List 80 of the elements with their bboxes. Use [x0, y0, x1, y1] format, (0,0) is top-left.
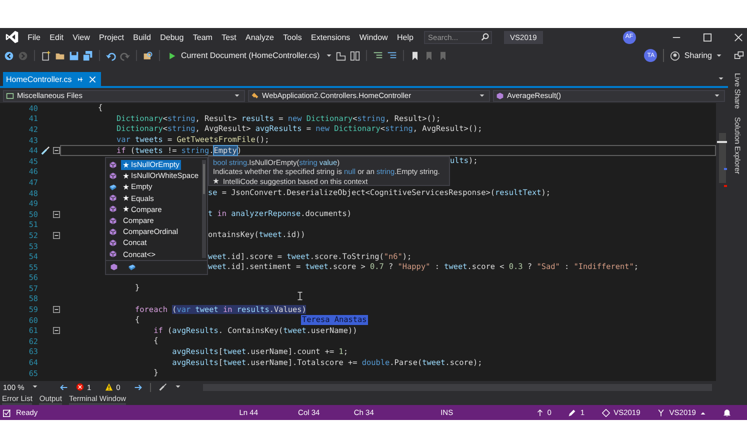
star-icon — [213, 178, 219, 184]
menu-item[interactable]: Debug — [156, 32, 188, 42]
cube-icon — [109, 172, 117, 180]
menu-item[interactable]: Help — [392, 32, 418, 42]
caret-icon[interactable] — [175, 384, 182, 390]
menu-item[interactable]: Team — [188, 32, 218, 42]
cube-icon — [496, 92, 504, 100]
menu-item[interactable]: Test — [217, 32, 241, 42]
search-icon — [481, 33, 490, 41]
cube-icon — [109, 250, 117, 258]
pencil-icon — [568, 408, 576, 416]
menu-item[interactable]: Edit — [45, 32, 68, 42]
cube-icon — [109, 216, 117, 225]
text-cursor-icon — [297, 291, 303, 301]
menu-item[interactable]: View — [68, 32, 94, 42]
share-button[interactable]: Sharing — [670, 50, 728, 60]
menu-item[interactable]: Extensions — [306, 32, 355, 42]
find-in-files-icon[interactable] — [143, 50, 153, 60]
save-all-icon[interactable] — [83, 50, 93, 60]
redo-icon[interactable] — [120, 50, 130, 60]
warning-icon — [105, 383, 114, 391]
cube-icon — [109, 238, 117, 247]
caret-icon — [479, 92, 485, 98]
arrow-right-icon[interactable] — [134, 384, 142, 390]
cube-icon — [109, 194, 117, 202]
uncomment-icon[interactable] — [386, 50, 397, 60]
block-icon — [109, 182, 117, 191]
diamond-icon — [602, 408, 610, 416]
back-icon[interactable] — [4, 50, 14, 60]
document-tab[interactable]: HomeController.cs — [3, 72, 101, 86]
pin-icon[interactable] — [76, 76, 84, 82]
undo-icon[interactable] — [106, 50, 116, 60]
document-outline-icon[interactable] — [336, 50, 346, 60]
brush-icon[interactable] — [159, 383, 168, 391]
caret-icon[interactable] — [718, 76, 724, 82]
close-icon[interactable] — [734, 32, 743, 42]
save-icon[interactable] — [69, 50, 79, 60]
checkbox-icon — [3, 408, 11, 416]
comment-icon[interactable] — [372, 50, 383, 60]
start-button[interactable]: Current Document (HomeController.cs) — [166, 51, 322, 60]
columns-icon[interactable] — [350, 50, 360, 60]
collapse-icon[interactable] — [53, 327, 60, 334]
arrow-left-icon[interactable] — [60, 384, 68, 390]
cube-icon — [109, 160, 117, 169]
menu-item[interactable]: File — [23, 32, 46, 42]
collapse-icon[interactable] — [53, 210, 60, 218]
play-icon — [168, 52, 176, 60]
maximize-icon[interactable] — [703, 32, 712, 42]
caret-icon — [714, 92, 720, 98]
bell-icon[interactable] — [723, 408, 731, 416]
brush-icon[interactable] — [41, 146, 50, 156]
caret-icon — [716, 52, 722, 58]
feedback-icon[interactable] — [734, 50, 744, 60]
folder-icon[interactable] — [55, 50, 65, 60]
caret-icon — [234, 92, 240, 98]
error-icon — [76, 383, 84, 391]
branch-icon — [657, 408, 666, 416]
class-icon — [251, 92, 259, 100]
arrow-up-icon — [537, 408, 544, 416]
scrollbar[interactable] — [202, 160, 206, 258]
block-icon[interactable] — [128, 263, 136, 272]
menu-item[interactable]: Build — [128, 32, 156, 42]
menu-item[interactable]: Analyze — [240, 32, 279, 42]
person-icon — [670, 50, 680, 60]
collapse-icon[interactable] — [53, 147, 60, 154]
cube-icon — [109, 228, 117, 236]
logo-icon — [5, 30, 19, 44]
caret-icon[interactable] — [326, 52, 332, 58]
new-project-icon[interactable] — [41, 50, 51, 60]
menu-item[interactable]: Window — [354, 32, 392, 42]
caret-icon — [32, 384, 38, 390]
cube-icon[interactable] — [110, 263, 118, 272]
caret-icon — [700, 410, 706, 416]
collapse-icon[interactable] — [53, 306, 60, 314]
project-icon — [6, 92, 14, 100]
menu-item[interactable]: Tools — [278, 32, 306, 42]
bookmark-icon[interactable] — [410, 50, 420, 60]
menu-item[interactable]: Project — [94, 32, 129, 42]
collapse-icon[interactable] — [53, 232, 60, 240]
cube-icon — [109, 205, 117, 214]
